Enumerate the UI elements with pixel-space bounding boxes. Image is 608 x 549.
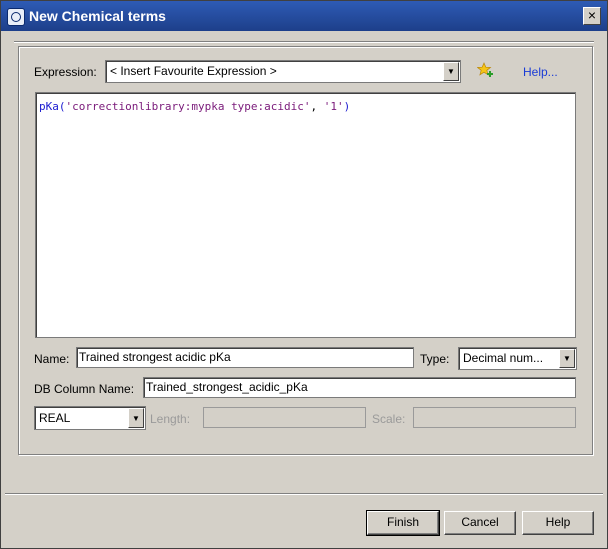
type-value: Decimal num... [463, 351, 544, 365]
db-column-field[interactable] [143, 377, 576, 398]
scale-label: Scale: [372, 412, 406, 426]
cancel-button[interactable]: Cancel [444, 511, 516, 535]
expression-editor[interactable]: pKa('correctionlibrary:mypka type:acidic… [35, 92, 576, 338]
name-input[interactable] [79, 349, 399, 365]
window-title: New Chemical terms [29, 8, 166, 24]
length-input [206, 409, 359, 425]
code-argument-2: '1' [323, 100, 344, 113]
length-label: Length: [150, 412, 191, 426]
star-add-icon[interactable] [477, 62, 493, 78]
title-bar[interactable]: New Chemical terms × [1, 1, 607, 31]
scale-input [416, 409, 569, 425]
code-argument-1: 'correctionlibrary:mypka type:acidic' [65, 100, 311, 113]
name-field[interactable] [76, 347, 414, 368]
favourite-expression-value: < Insert Favourite Expression > [110, 64, 277, 78]
code-close-paren: ) [343, 100, 351, 113]
chevron-down-icon[interactable]: ▼ [128, 408, 144, 428]
length-field [203, 407, 366, 428]
chevron-down-icon[interactable]: ▼ [559, 349, 575, 368]
type-label: Type: [420, 352, 450, 366]
finish-button[interactable]: Finish [366, 510, 440, 536]
code-separator: , [310, 100, 324, 113]
db-column-input[interactable] [146, 379, 556, 395]
expression-label: Expression: [34, 65, 97, 79]
name-label: Name: [34, 352, 70, 366]
close-button[interactable]: × [583, 7, 601, 25]
code-function: pKa [39, 100, 59, 113]
dialog-window: New Chemical terms × Expression: < Inser… [0, 0, 608, 549]
database-icon [7, 8, 25, 26]
type-combo[interactable]: Decimal num... ▼ [458, 347, 577, 370]
db-column-label: DB Column Name: [34, 382, 135, 396]
expression-code: pKa('correctionlibrary:mypka type:acidic… [39, 100, 350, 113]
sql-type-combo[interactable]: REAL ▼ [34, 406, 146, 430]
help-button[interactable]: Help [522, 511, 594, 535]
scale-field [413, 407, 576, 428]
sql-type-value: REAL [39, 411, 71, 425]
favourite-expression-combo[interactable]: < Insert Favourite Expression > ▼ [105, 60, 461, 83]
top-divider [14, 41, 594, 43]
bottom-divider [5, 493, 603, 495]
chevron-down-icon[interactable]: ▼ [443, 62, 459, 81]
code-open-paren: ( [58, 100, 66, 113]
help-link[interactable]: Help... [523, 65, 558, 79]
